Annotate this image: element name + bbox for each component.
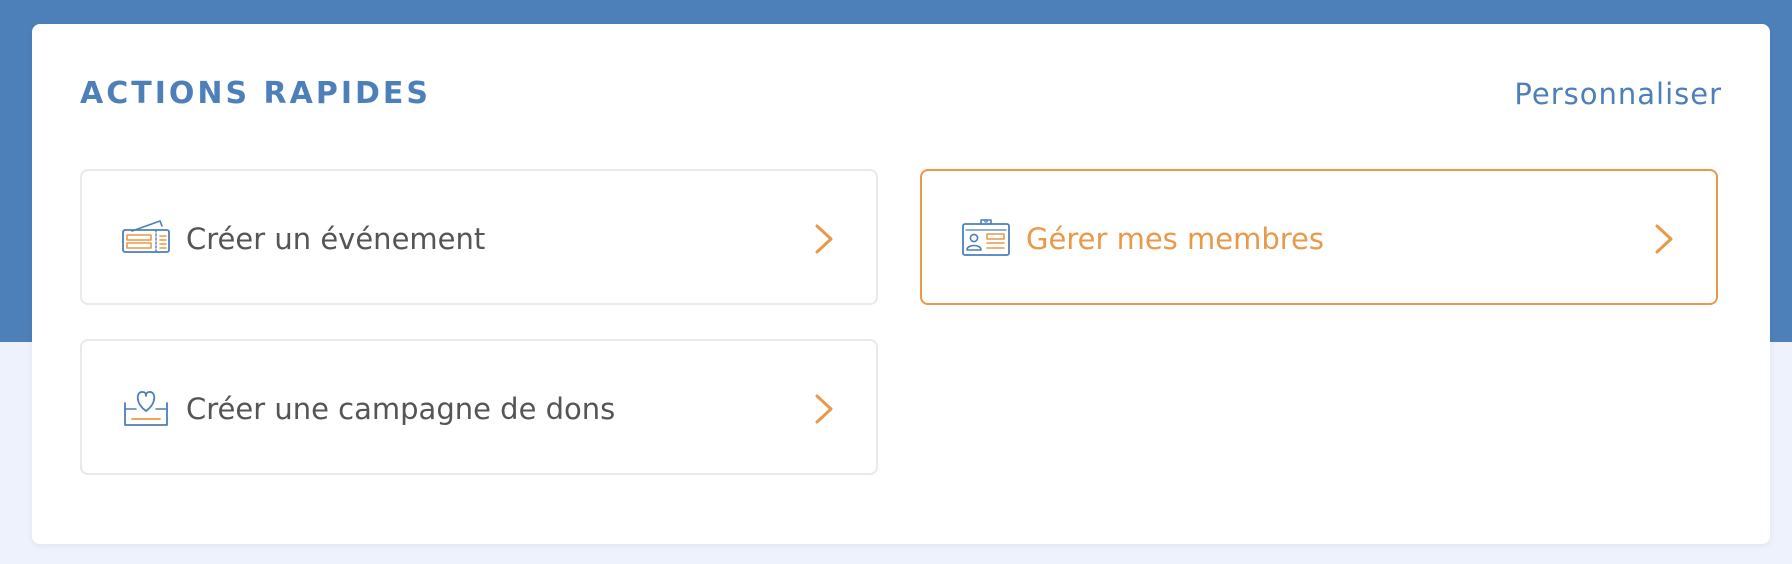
ticket-icon	[122, 217, 170, 257]
create-donation-campaign-label: Créer une campagne de dons	[186, 392, 616, 426]
create-event-button[interactable]: Créer un événement	[80, 169, 878, 305]
member-badge-icon	[962, 217, 1010, 257]
create-event-label: Créer un événement	[186, 222, 486, 256]
quick-actions-title: ACTIONS RAPIDES	[80, 76, 431, 111]
manage-members-label: Gérer mes membres	[1026, 222, 1324, 256]
heart-donation-box-icon	[122, 387, 170, 427]
quick-actions-card: ACTIONS RAPIDES Personnaliser Créer un é…	[32, 24, 1770, 544]
chevron-right-icon	[812, 389, 836, 429]
chevron-right-icon	[812, 219, 836, 259]
chevron-right-icon	[1652, 219, 1676, 259]
customize-link[interactable]: Personnaliser	[1514, 72, 1722, 116]
manage-members-button[interactable]: Gérer mes membres	[920, 169, 1718, 305]
create-donation-campaign-button[interactable]: Créer une campagne de dons	[80, 339, 878, 475]
